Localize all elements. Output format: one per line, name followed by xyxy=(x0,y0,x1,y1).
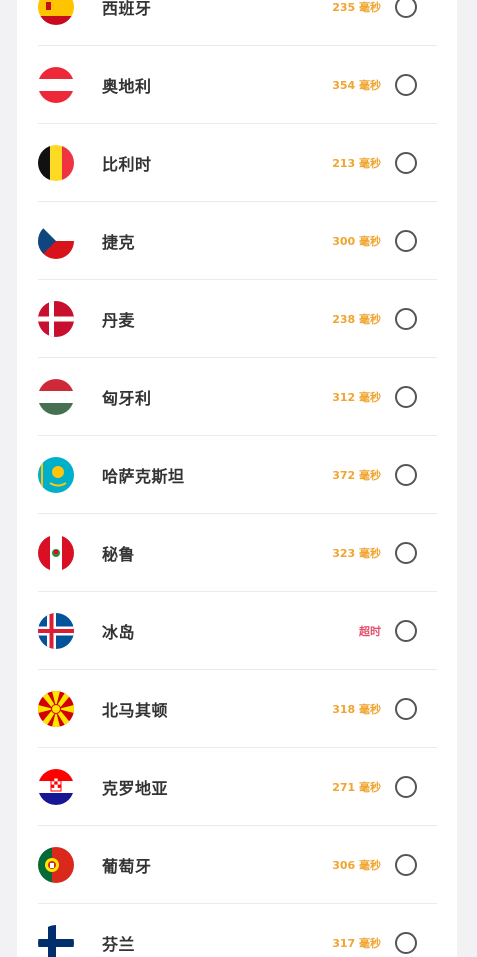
server-name: 冰岛 xyxy=(102,622,136,642)
austria-flag-icon xyxy=(38,66,74,103)
belgium-flag-icon xyxy=(38,144,74,181)
latency-label: 300 毫秒 xyxy=(332,234,381,248)
select-radio[interactable] xyxy=(395,463,417,486)
croatia-flag-icon xyxy=(38,768,74,805)
finland-flag-icon xyxy=(38,925,74,957)
server-row-finland[interactable]: 芬兰 317 毫秒 xyxy=(38,904,437,957)
server-row-denmark[interactable]: 丹麦 238 毫秒 xyxy=(38,280,437,358)
server-row-north-macedonia[interactable]: 北马其顿 318 毫秒 xyxy=(38,670,437,748)
latency-label: 235 毫秒 xyxy=(332,0,381,14)
server-name: 哈萨克斯坦 xyxy=(102,466,185,486)
server-row-croatia[interactable]: 克罗地亚 271 毫秒 xyxy=(38,748,437,826)
portugal-flag-icon xyxy=(38,846,74,883)
server-name: 奥地利 xyxy=(102,76,152,96)
iceland-flag-icon xyxy=(38,612,74,649)
select-radio[interactable] xyxy=(395,932,417,954)
server-row-belgium[interactable]: 比利时 213 毫秒 xyxy=(38,124,437,202)
select-radio[interactable] xyxy=(395,775,417,798)
server-name: 丹麦 xyxy=(102,310,136,330)
select-radio[interactable] xyxy=(395,619,417,642)
latency-label: 354 毫秒 xyxy=(332,78,381,92)
latency-label: 超时 xyxy=(359,624,381,638)
server-row-portugal[interactable]: 葡萄牙 306 毫秒 xyxy=(38,826,437,904)
select-radio[interactable] xyxy=(395,151,417,174)
server-row-kazakhstan[interactable]: 哈萨克斯坦 372 毫秒 xyxy=(38,436,437,514)
denmark-flag-icon xyxy=(38,300,74,337)
select-radio[interactable] xyxy=(395,73,417,96)
czech-flag-icon xyxy=(38,222,74,259)
spain-flag-icon xyxy=(38,0,74,25)
server-row-iceland[interactable]: 冰岛 超时 xyxy=(38,592,437,670)
latency-label: 318 毫秒 xyxy=(332,702,381,716)
kazakhstan-flag-icon xyxy=(38,456,74,493)
select-radio[interactable] xyxy=(395,0,417,18)
latency-label: 323 毫秒 xyxy=(332,546,381,560)
server-name: 北马其顿 xyxy=(102,700,169,720)
select-radio[interactable] xyxy=(395,697,417,720)
select-radio[interactable] xyxy=(395,229,417,252)
latency-label: 312 毫秒 xyxy=(332,390,381,404)
select-radio[interactable] xyxy=(395,307,417,330)
peru-flag-icon xyxy=(38,534,74,571)
server-name: 捷克 xyxy=(102,232,136,252)
hungary-flag-icon xyxy=(38,378,74,415)
latency-label: 238 毫秒 xyxy=(332,312,381,326)
latency-label: 372 毫秒 xyxy=(332,468,381,482)
server-row-spain[interactable]: 西班牙 235 毫秒 xyxy=(38,0,437,46)
server-name: 西班牙 xyxy=(102,0,152,18)
server-name: 秘鲁 xyxy=(102,544,136,564)
server-name: 葡萄牙 xyxy=(102,856,152,876)
server-name: 匈牙利 xyxy=(102,388,152,408)
server-name: 克罗地亚 xyxy=(102,778,169,798)
select-radio[interactable] xyxy=(395,385,417,408)
server-row-hungary[interactable]: 匈牙利 312 毫秒 xyxy=(38,358,437,436)
server-name: 芬兰 xyxy=(102,935,136,954)
server-name: 比利时 xyxy=(102,154,152,174)
select-radio[interactable] xyxy=(395,541,417,564)
server-row-austria[interactable]: 奥地利 354 毫秒 xyxy=(38,46,437,124)
server-list-card: 西班牙 235 毫秒 奥地利 354 毫秒 比利时 213 毫秒 捷克 300 … xyxy=(17,0,457,957)
server-row-peru[interactable]: 秘鲁 323 毫秒 xyxy=(38,514,437,592)
server-list: 西班牙 235 毫秒 奥地利 354 毫秒 比利时 213 毫秒 捷克 300 … xyxy=(17,0,457,957)
latency-label: 317 毫秒 xyxy=(332,937,381,950)
server-row-czech[interactable]: 捷克 300 毫秒 xyxy=(38,202,437,280)
latency-label: 271 毫秒 xyxy=(332,780,381,794)
north-macedonia-flag-icon xyxy=(38,690,74,727)
latency-label: 306 毫秒 xyxy=(332,858,381,872)
select-radio[interactable] xyxy=(395,853,417,876)
latency-label: 213 毫秒 xyxy=(332,156,381,170)
